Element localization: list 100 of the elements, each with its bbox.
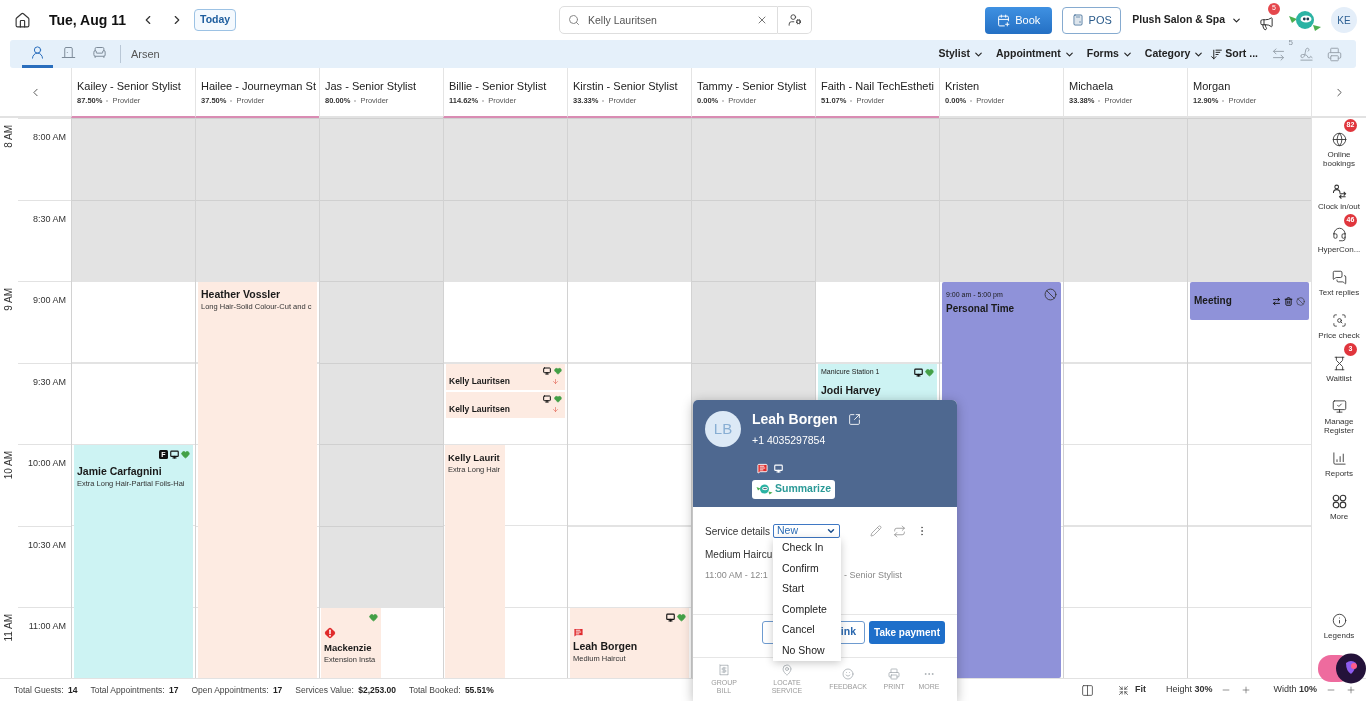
plus-icon [1241,685,1252,695]
monitor-icon [774,463,783,473]
client-name: Kelly Laurit [448,451,501,464]
time-label: 8:00 AM [32,132,66,142]
appointment-card[interactable]: Kelly Lauritsen [446,363,565,390]
columns-icon [1080,683,1094,697]
chair-icon [92,45,107,60]
signature-button[interactable] [1298,46,1314,62]
increase-width-button[interactable] [1346,685,1356,695]
sort-icon [1210,47,1224,61]
appointment-card[interactable]: Kelly Lauritsen [446,391,565,418]
chat-bubbles-icon [1331,270,1347,285]
calendar-plus-icon [997,13,1011,27]
announcements-button[interactable] [1259,15,1274,31]
summary-stat: Total Booked: 55.51% [409,683,494,697]
warning-icon [324,627,336,639]
take-payment-button[interactable]: Take payment [869,620,945,644]
stylist-name: Faith - Nail TechEstheti [821,79,935,93]
menu-item[interactable]: Check In [773,538,841,559]
transfer-icon[interactable] [893,524,907,538]
monitor-check-icon [1331,399,1347,414]
bar-chart-icon [1331,451,1347,466]
map-pin-icon [781,664,793,676]
blocked-time-card[interactable]: Meeting [1190,282,1309,320]
home-icon [13,11,31,29]
heart-icon [554,367,562,375]
business-selector[interactable]: Plush Salon & Spa [1132,12,1242,28]
headset-icon [1331,227,1347,242]
sidebar-button[interactable]: Text replies [1313,270,1365,297]
width-setting: Width 10% [1273,683,1317,697]
time-label: 9:00 AM [32,295,66,305]
pos-button[interactable]: POS [1062,6,1122,34]
menu-item[interactable]: No Show [773,640,841,661]
heart-icon [554,395,562,403]
arrow-down-icon [552,377,559,385]
smiley-icon [842,668,854,680]
block-title: Personal Time [946,303,1016,315]
monitor-icon [543,395,551,403]
square-arrow-icon[interactable] [847,413,861,426]
receipt-icon [718,664,730,676]
status-select[interactable]: New [773,524,841,538]
sidebar-button[interactable]: Price check [1313,313,1365,340]
fit-button[interactable]: Fit [1117,683,1146,697]
sidebar-button[interactable]: HyperCon... [1313,227,1365,254]
robot-mascot-icon [1288,8,1322,32]
summary-stat: Open Appointments: 17 [191,683,283,697]
monitor-icon [666,612,675,622]
sidebar-button[interactable]: Clock in/out [1313,184,1365,211]
search-field[interactable]: Kelly Lauritsen [559,6,778,34]
filter-dropdown[interactable]: Appointment [995,46,1075,62]
sidebar-button[interactable]: Manage Register [1313,399,1365,435]
summary-stat: Total Appointments: 17 [90,683,179,697]
swap-button[interactable] [1270,46,1286,62]
book-button[interactable]: Book [985,6,1053,34]
time-slot[interactable]: Meeting [1188,281,1311,363]
service-name: Medium Haircu [705,549,773,561]
increase-height-button[interactable] [1241,685,1252,695]
filter-dropdown[interactable]: Category [1144,46,1205,62]
menu-item[interactable]: Start [773,579,841,600]
menu-item[interactable]: Cancel [773,620,841,641]
swap-arrows-icon [1270,46,1286,62]
print-button[interactable] [1326,46,1342,62]
time-label: 8:30 AM [32,213,66,224]
legends-button[interactable]: Legends [1313,613,1365,640]
filter-dropdown[interactable]: Stylist [938,46,984,62]
height-setting: Height 30% [1165,683,1213,697]
user-avatar[interactable]: KE [1331,7,1357,33]
summary-stat: Services Value: $2,253.00 [295,683,396,697]
pencil-icon[interactable] [870,525,883,537]
chat-launcher-icon[interactable] [1318,653,1366,684]
provider-name: - Senior Stylist [844,569,903,582]
hour-label: 9 AM [4,288,14,311]
clear-icon[interactable] [756,14,768,26]
client-name: Mackenzie [324,641,373,654]
menu-item[interactable]: Complete [773,599,841,620]
time-label: 11:00 AM [28,621,66,631]
client-name: Kelly Lauritsen [449,403,510,415]
location-label: Arsen [131,46,160,62]
message-icon [757,462,768,474]
home-button[interactable] [13,11,31,29]
sort-button[interactable]: Sort ... [1210,46,1258,62]
block-title: Meeting [1194,294,1232,308]
filter-dropdown[interactable]: Forms [1086,46,1133,62]
service-time: 11:00 AM - 12:1 [705,569,768,582]
layout-button[interactable] [1080,683,1094,697]
client-phone: +1 4035297854 [752,433,826,448]
menu-item[interactable]: Confirm [773,558,841,579]
today-button[interactable]: Today [194,9,237,31]
sidebar-button[interactable]: Reports [1313,451,1365,478]
sidebar-button[interactable]: Waitlist [1313,356,1365,383]
four-circles-icon [1331,494,1347,509]
client-name: Leah Borgen [752,411,838,428]
heart-icon [677,612,686,622]
message-icon [573,627,584,638]
stylist-name: Morgan [1193,79,1232,93]
arrow-down-icon [552,405,559,413]
sidebar-button[interactable]: Online bookings [1313,132,1365,168]
section-label: Service details [705,524,771,539]
sidebar-button[interactable]: More [1313,494,1365,521]
client-settings-button[interactable] [778,6,812,34]
